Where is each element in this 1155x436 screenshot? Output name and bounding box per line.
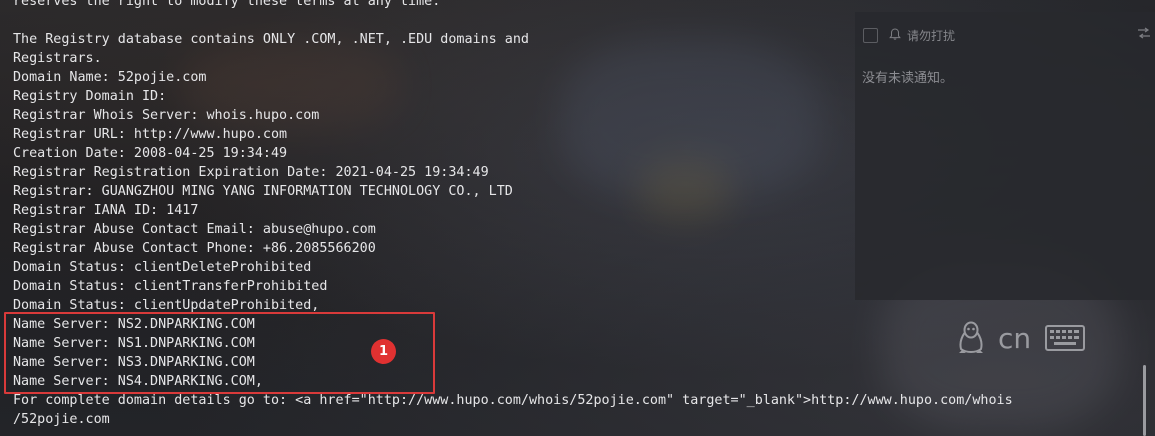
terminal-line: Registry Domain ID: bbox=[13, 89, 167, 104]
terminal-line: Registrar Abuse Contact Phone: +86.20855… bbox=[13, 241, 376, 256]
notification-empty-text: 没有未读通知。 bbox=[862, 71, 954, 86]
terminal-line: The Registry database contains ONLY .COM… bbox=[13, 32, 529, 47]
dnd-checkbox[interactable] bbox=[863, 27, 878, 43]
terminal-line: Registrar IANA ID: 1417 bbox=[13, 203, 199, 218]
penguin-icon[interactable] bbox=[958, 321, 984, 355]
background-blur bbox=[640, 160, 730, 220]
terminal-line: Registrar Whois Server: whois.hupo.com bbox=[13, 108, 320, 123]
terminal-line: Registrar URL: http://www.hupo.com bbox=[13, 127, 288, 142]
scrollbar[interactable] bbox=[1143, 365, 1147, 436]
terminal-line: Domain Status: clientTransferProhibited bbox=[13, 279, 328, 294]
ime-indicator[interactable]: cn bbox=[998, 322, 1031, 355]
desktop-screen: 请勿打扰 没有未读通知。 cn reserves the right to mo… bbox=[0, 0, 1155, 436]
terminal-line: Registrar Abuse Contact Email: abuse@hup… bbox=[13, 222, 376, 237]
terminal-line: /52pojie.com bbox=[13, 412, 110, 427]
dnd-label[interactable]: 请勿打扰 bbox=[907, 27, 955, 44]
notification-panel: 请勿打扰 没有未读通知。 bbox=[855, 12, 1155, 300]
notification-header: 请勿打扰 bbox=[861, 24, 1151, 46]
keyboard-icon[interactable] bbox=[1045, 325, 1086, 351]
terminal-line: Creation Date: 2008-04-25 19:34:49 bbox=[13, 146, 288, 161]
terminal-line: reserves the right to modify these terms… bbox=[13, 0, 441, 9]
annotation-marker: 1 bbox=[371, 339, 396, 364]
terminal-line: Registrar Registration Expiration Date: … bbox=[13, 165, 489, 180]
bell-icon bbox=[889, 28, 903, 42]
terminal-line: Domain Status: clientDeleteProhibited bbox=[13, 260, 312, 275]
terminal-line: Registrar: GUANGZHOU MING YANG INFORMATI… bbox=[13, 184, 513, 199]
system-tray: cn bbox=[958, 318, 1086, 358]
terminal-line: Registrars. bbox=[13, 51, 102, 66]
terminal-line: Domain Name: 52pojie.com bbox=[13, 70, 207, 85]
scrollbar-thumb[interactable] bbox=[1143, 365, 1146, 436]
settings-icon[interactable] bbox=[1137, 27, 1151, 43]
